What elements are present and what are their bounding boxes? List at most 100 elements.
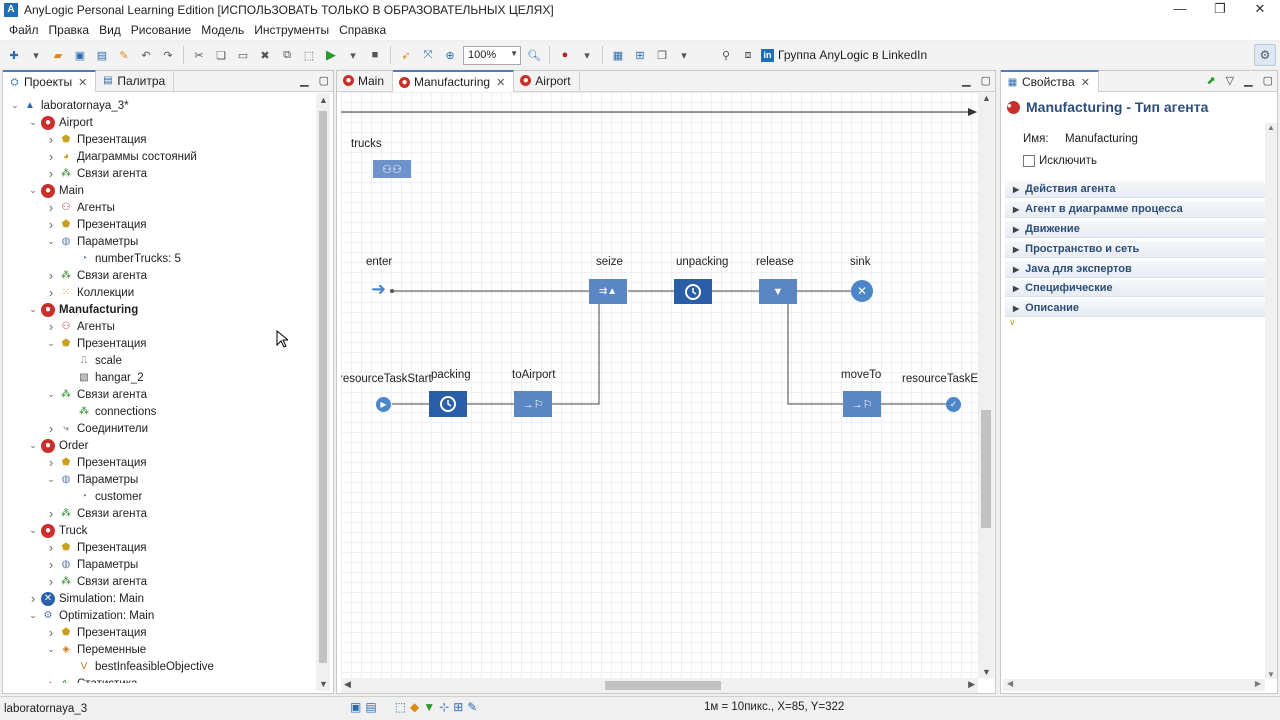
editor-horizontal-scrollbar[interactable]: ◀ ▶	[341, 678, 978, 693]
tree-item[interactable]: › ⬟ Презентация	[45, 539, 147, 556]
tree-item[interactable]: ⌄ ◈ Переменные	[45, 641, 146, 658]
collapse-arrow-icon[interactable]: ⌄	[27, 610, 39, 621]
menu-draw[interactable]: Рисование	[126, 23, 196, 37]
properties-h-scrollbar[interactable]: ◀ ▶	[1003, 679, 1265, 691]
menu-tools[interactable]: Инструменты	[249, 23, 334, 37]
close-tab-icon[interactable]: ✕	[496, 76, 505, 89]
new-model-icon[interactable]: ✚	[5, 46, 23, 64]
delete-icon[interactable]: ✖	[256, 46, 274, 64]
run-dropdown-icon[interactable]: ▾	[344, 46, 362, 64]
palette-tool-icon[interactable]: ◆	[410, 700, 419, 714]
tree-item[interactable]: › ◕ Диаграммы состояний	[45, 148, 197, 165]
expand-arrow-icon[interactable]: ›	[45, 540, 57, 555]
perspective-icon[interactable]: ⚙	[1254, 44, 1276, 66]
scroll-up-icon[interactable]: ▲	[1267, 123, 1275, 132]
maximize-panel-icon[interactable]: ▢	[981, 74, 991, 87]
collapse-arrow-icon[interactable]: ⌄	[9, 100, 21, 111]
collapse-arrow-icon[interactable]: ⌄	[45, 474, 57, 485]
clipboard-icon[interactable]: ▤	[365, 700, 376, 714]
collapse-arrow-icon[interactable]: ⌄	[45, 236, 57, 247]
close-tab-icon[interactable]: ✕	[78, 76, 87, 89]
expand-arrow-icon[interactable]: ›	[45, 574, 57, 589]
scroll-down-icon[interactable]: ▼	[319, 679, 328, 689]
undo-icon[interactable]: ↶	[137, 46, 155, 64]
minimize-button[interactable]: —	[1160, 0, 1200, 20]
expand-arrow-icon[interactable]: ›	[45, 557, 57, 572]
name-field[interactable]: Manufacturing	[1065, 133, 1138, 145]
scroll-left-icon[interactable]: ◀	[1007, 679, 1013, 688]
copy-icon[interactable]: ❏	[212, 46, 230, 64]
zoom-to-fit-icon[interactable]: ⤧	[419, 46, 437, 64]
collapse-arrow-icon[interactable]: ⌄	[27, 304, 39, 315]
tree-item[interactable]: ›∿ Статистика	[45, 675, 138, 683]
collapse-arrow-icon[interactable]: ⌄	[45, 389, 57, 400]
expand-arrow-icon[interactable]: ›	[45, 455, 57, 470]
tree-item[interactable]: ⌄ ● Main	[27, 182, 84, 199]
save-icon[interactable]: ▣	[71, 46, 89, 64]
properties-scrollbar[interactable]: ▲ ▼	[1265, 123, 1277, 679]
tab-manufacturing[interactable]: ● Manufacturing ✕	[393, 70, 515, 92]
tree-item[interactable]: › ⬟ Презентация	[45, 624, 147, 641]
tree-item[interactable]: ⌄ ● Manufacturing	[27, 301, 138, 318]
exclude-checkbox-row[interactable]: Исключить	[1023, 155, 1097, 167]
tree-item[interactable]: ⁂ connections	[63, 403, 156, 420]
dropdown-arrow-icon[interactable]: ▾	[27, 46, 45, 64]
tree-item[interactable]: › ✕ Simulation: Main	[27, 590, 144, 607]
paste-icon[interactable]: ▭	[234, 46, 252, 64]
scroll-up-icon[interactable]: ▲	[982, 93, 991, 103]
select-tool-icon[interactable]: ⬚	[395, 700, 406, 714]
draw-tool-icon[interactable]: ✎	[467, 700, 477, 714]
minimize-panel-icon[interactable]: ▁	[962, 74, 970, 87]
expand-arrow-icon[interactable]: ›	[45, 166, 57, 181]
tree-item[interactable]: › ⬟ Презентация	[45, 131, 147, 148]
close-button[interactable]: ✕	[1240, 0, 1280, 20]
zoom-area-icon[interactable]: ⊕	[441, 46, 459, 64]
console-icon[interactable]: ▣	[350, 700, 361, 714]
menu-help[interactable]: Справка	[334, 23, 391, 37]
scroll-right-icon[interactable]: ▶	[968, 679, 975, 690]
scroll-right-icon[interactable]: ▶	[1255, 679, 1261, 688]
layers-dropdown-icon[interactable]: ▾	[675, 46, 693, 64]
menu-view[interactable]: Вид	[94, 23, 126, 37]
section-space-network[interactable]: ▶ Пространство и сеть	[1005, 241, 1265, 258]
scroll-up-icon[interactable]: ▲	[319, 95, 328, 105]
expand-arrow-icon[interactable]: ›	[45, 285, 57, 300]
collapse-arrow-icon[interactable]: ⌄	[27, 185, 39, 196]
tree-item[interactable]: › ◍ Параметры	[45, 556, 138, 573]
align-tool-icon[interactable]: ⊹	[439, 700, 449, 714]
tree-item[interactable]: ⌄ ⚙ Optimization: Main	[27, 607, 154, 624]
tree-item[interactable]: ⎍ scale	[63, 352, 122, 369]
section-specific[interactable]: ▶ Специфические	[1005, 280, 1265, 297]
editor-vertical-scrollbar[interactable]: ▲ ▼	[978, 92, 994, 678]
expand-arrow-icon[interactable]: ›	[45, 506, 57, 521]
cut-icon[interactable]: ✂	[190, 46, 208, 64]
tree-item[interactable]: ◔ customer	[63, 488, 142, 505]
save-all-icon[interactable]: ▤	[93, 46, 111, 64]
maximize-panel-icon[interactable]: ▢	[1263, 74, 1273, 87]
projects-scrollbar[interactable]: ▲ ▼	[316, 93, 330, 691]
collapse-arrow-icon[interactable]: ⌄	[27, 525, 39, 536]
resource-task-end-icon[interactable]: ✓	[946, 397, 961, 412]
tree-item[interactable]: › ⚇ Агенты	[45, 318, 115, 335]
collapse-arrow-icon[interactable]: ⌄	[45, 338, 57, 349]
stop-icon[interactable]: ■	[366, 46, 384, 64]
expand-arrow-icon[interactable]: ›	[45, 421, 57, 436]
unpacking-block[interactable]	[674, 279, 712, 304]
resource-pool-icon[interactable]: ⚇⚇	[373, 160, 411, 178]
expand-arrow-icon[interactable]: ›	[45, 268, 57, 283]
expand-arrow-icon[interactable]: ›	[45, 132, 57, 147]
duplicate-icon[interactable]: ⧉	[278, 46, 296, 64]
tree-item[interactable]: ⌄ ◍ Параметры	[45, 233, 138, 250]
tree-item[interactable]: ⌄ ⬟ Презентация	[45, 335, 146, 352]
tree-item[interactable]: ⌄ ◍ Параметры	[45, 471, 138, 488]
scroll-down-icon[interactable]: ▼	[982, 667, 991, 677]
scroll-left-icon[interactable]: ◀	[344, 679, 351, 690]
window-icon[interactable]: ⧈	[739, 46, 757, 64]
maximize-panel-icon[interactable]: ▢	[319, 74, 329, 87]
collapse-arrow-icon[interactable]: ⌄	[27, 117, 39, 128]
section-description[interactable]: ▶ Описание	[1005, 300, 1265, 317]
expand-arrow-icon[interactable]: ›	[45, 676, 57, 683]
seize-block[interactable]: ⇉▲	[589, 279, 627, 304]
tree-item[interactable]: › ⁂ Связи агента	[45, 267, 147, 284]
maximize-button[interactable]: ❐	[1200, 0, 1240, 20]
